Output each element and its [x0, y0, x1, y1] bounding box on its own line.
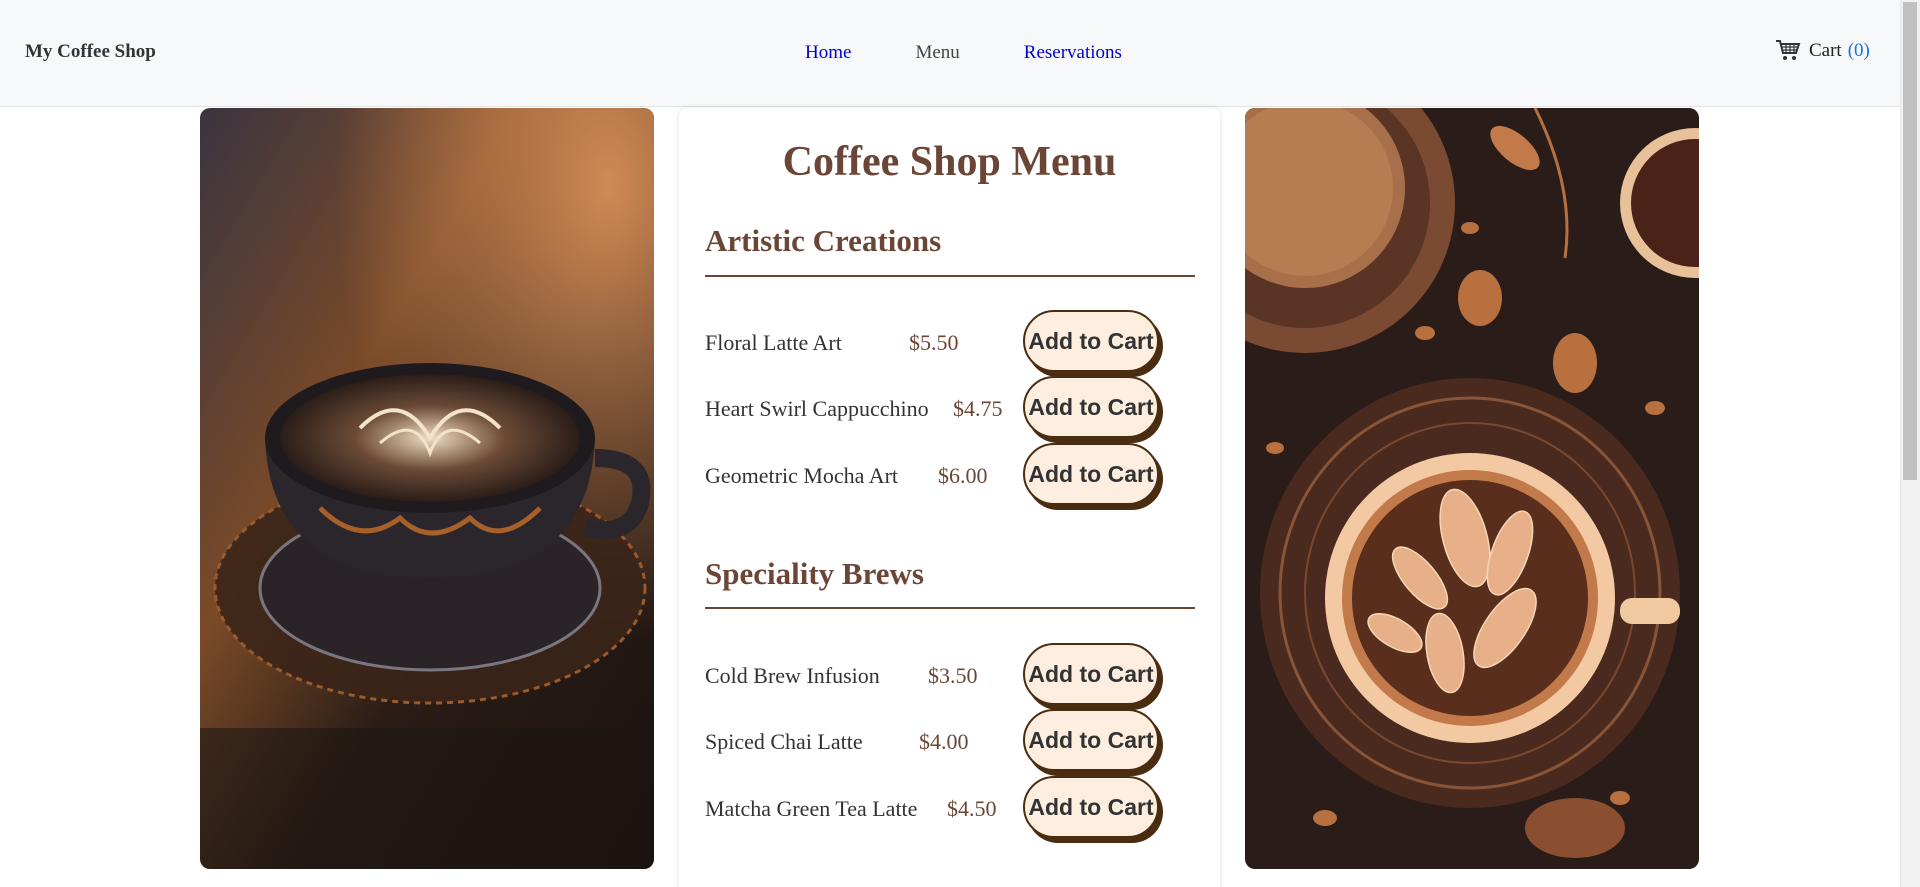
shopping-cart-icon [1776, 40, 1801, 60]
leaf-latte-illustration [1245, 108, 1699, 869]
menu-item: Heart Swirl Cappucchino $4.75 Add to Car… [705, 376, 1205, 442]
scrollbar-thumb[interactable] [1903, 2, 1917, 480]
item-price: $4.00 [919, 729, 969, 754]
add-to-cart-button[interactable]: Add to Cart [1023, 376, 1159, 438]
add-to-cart-button[interactable]: Add to Cart [1023, 310, 1159, 372]
item-price: $4.50 [947, 796, 997, 821]
menu-item: Geometric Mocha Art $6.00 Add to Cart [705, 443, 1205, 509]
section-title-speciality: Speciality Brews [705, 556, 924, 591]
vertical-scrollbar[interactable] [1900, 0, 1920, 887]
brand-logo-text[interactable]: My Coffee Shop [25, 41, 156, 63]
item-price: $6.00 [938, 463, 988, 488]
add-to-cart-button[interactable]: Add to Cart [1023, 443, 1159, 505]
item-name: Matcha Green Tea Latte [705, 796, 918, 821]
add-to-cart-button[interactable]: Add to Cart [1023, 709, 1159, 771]
menu-item: Matcha Green Tea Latte $4.50 Add to Cart [705, 776, 1205, 842]
item-name: Spiced Chai Latte [705, 729, 863, 754]
nav-link-home[interactable]: Home [805, 42, 851, 64]
menu-item: Floral Latte Art $5.50 Add to Cart [705, 310, 1205, 376]
item-price: $3.50 [928, 663, 978, 688]
item-price: $4.75 [953, 396, 1003, 421]
nav-link-reservations[interactable]: Reservations [1024, 42, 1122, 64]
menu-title: Coffee Shop Menu [782, 139, 1117, 185]
nav-links: Home Menu Reservations [805, 42, 1186, 64]
cart-label: Cart [1809, 40, 1842, 61]
menu-item: Spiced Chai Latte $4.00 Add to Cart [705, 709, 1205, 775]
item-name: Cold Brew Infusion [705, 663, 880, 688]
section-divider [705, 275, 1195, 277]
item-name: Geometric Mocha Art [705, 463, 899, 488]
section-divider [705, 607, 1195, 609]
latte-art-cup-image [200, 108, 654, 869]
nav-link-menu[interactable]: Menu [915, 42, 959, 64]
item-price: $5.50 [909, 330, 959, 355]
item-name: Floral Latte Art [705, 330, 842, 355]
item-name: Heart Swirl Cappucchino [705, 396, 929, 421]
section-title-artistic: Artistic Creations [705, 223, 942, 258]
menu-item: Cold Brew Infusion $3.50 Add to Cart [705, 643, 1205, 709]
cart-link[interactable]: Cart (0) [1775, 38, 1870, 62]
menu-card: Coffee Shop Menu Artistic Creations Flor… [679, 108, 1220, 887]
add-to-cart-button[interactable]: Add to Cart [1023, 643, 1159, 705]
cart-count: (0) [1847, 40, 1870, 61]
add-to-cart-button[interactable]: Add to Cart [1023, 776, 1159, 838]
top-navbar: My Coffee Shop Home Menu Reservations Ca… [0, 0, 1900, 107]
